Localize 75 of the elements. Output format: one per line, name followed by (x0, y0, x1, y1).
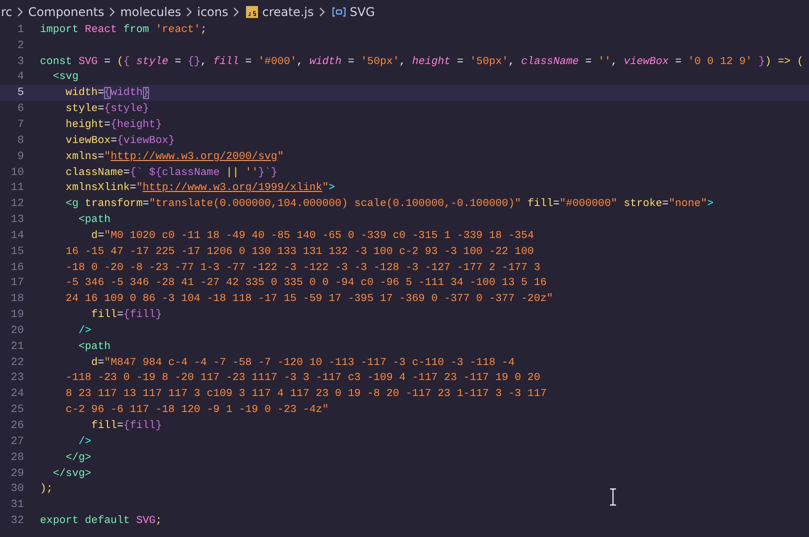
code-line: style={style} (64, 103, 150, 116)
code-line: className={` ${className || ''}`} (64, 166, 278, 179)
breadcrumb-item[interactable]: icons (197, 5, 228, 19)
line-number: 22 (10, 356, 24, 369)
text-cursor-icon (609, 488, 617, 506)
code-line: fill={fill} (90, 309, 162, 322)
code-line: const SVG = ({ style = {}, fill = '#000', width = '50px', height = '50px', className = '', viewBox = '0 0 12 9' }) => ( (40, 56, 804, 68)
code-line: <path (77, 214, 111, 226)
line-number: 26 (10, 420, 24, 432)
js-file-icon (246, 6, 258, 18)
code-line: -18 0 -20 -8 -23 -77 1-3 -77 -122 -3 -122 -3 -3 -128 -3 -127 -177 2 -177 3 (64, 262, 540, 274)
code-line: <g transform="translate(0.000000,104.000000) scale(0.100000,-0.100000)" fill="#000000" stroke="none"> (64, 198, 714, 210)
code-line: d="M847 984 c-4 -4 -7 -58 -7 -120 10 -113 -117 -3 c-110 -3 -118 -4 (90, 356, 515, 369)
code-line: 16 -15 47 -17 225 -17 1206 0 130 133 131 132 -3 100 c-2 93 -3 100 -22 100 (64, 246, 534, 258)
code-line: height={height} (64, 118, 162, 131)
code-line: viewBox={viewBox} (64, 134, 175, 147)
chevron-icon (109, 7, 116, 17)
line-number: 12 (10, 198, 24, 210)
chevron-icon (233, 7, 240, 17)
code-line: /> (77, 436, 92, 448)
line-number: 11 (10, 182, 24, 194)
line-number: 27 (10, 436, 24, 448)
code-line: 24 16 109 0 86 -3 104 -18 118 -17 15 -59 17 -395 17 -369 0 -377 0 -377 -20z" (64, 293, 554, 306)
code-line: </g> (64, 452, 92, 464)
line-number: 32 (10, 515, 24, 528)
code-line: /> (77, 324, 92, 337)
line-number: 17 (10, 277, 24, 290)
line-number: 20 (10, 324, 24, 337)
line-number: 30 (10, 483, 24, 496)
line-number: 14 (10, 230, 24, 242)
breadcrumb-item[interactable]: rc (1, 5, 12, 19)
line-number: 16 (10, 262, 24, 274)
code-line: <svg (52, 71, 78, 84)
code-line: export default SVG; (40, 515, 162, 528)
breadcrumb-item[interactable]: molecules (120, 5, 182, 19)
line-number: 1 (16, 24, 24, 36)
code-line: d="M0 1020 c0 -11 18 -49 40 -85 140 -65 0 -339 c0 -315 1 -339 18 -354 (90, 230, 534, 242)
code-line: <path (77, 340, 111, 353)
breadcrumb-item[interactable]: SVG (350, 5, 375, 19)
breadcrumb-item[interactable]: Components (28, 5, 104, 19)
line-number: 31 (10, 499, 24, 512)
line-number: 19 (10, 309, 24, 322)
chevron-icon (318, 7, 325, 17)
chevron-icon (186, 7, 192, 17)
line-number: 9 (16, 150, 24, 163)
code-line: xmlns="http://www.w3.org/2000/svg" (64, 150, 284, 163)
line-number: 25 (10, 404, 24, 416)
code-line: import React from 'react'; (40, 24, 207, 36)
line-number: 28 (10, 452, 24, 464)
code-line: xmlnsXlink="http://www.w3.org/1999/xlink"> (64, 182, 336, 194)
breadcrumb-item[interactable]: create.js (262, 5, 314, 19)
code-line: </svg> (52, 468, 92, 480)
variable-icon (332, 7, 346, 17)
line-number: 24 (10, 388, 24, 400)
line-number: 23 (10, 372, 24, 384)
code-line: fill={fill} (90, 420, 162, 432)
line-number: 7 (16, 118, 24, 131)
line-number: 5 (16, 87, 24, 100)
chevron-icon (17, 7, 24, 17)
line-number: 4 (16, 71, 24, 84)
line-number: 18 (10, 293, 24, 306)
code-line: -118 -23 0 -19 8 -20 117 -23 1117 -3 3 -117 c3 -109 4 -117 23 -117 19 0 20 (64, 372, 540, 384)
line-number: 15 (10, 246, 24, 258)
line-number: 13 (10, 214, 24, 226)
line-number: 2 (16, 40, 24, 52)
code-line: c-2 96 -6 117 -18 120 -9 1 -19 0 -23 -4z" (64, 404, 329, 416)
line-number: 3 (16, 56, 24, 68)
line-number: 10 (10, 166, 24, 179)
code-line: -5 346 -5 346 -28 41 -27 42 335 0 335 0 0 -94 c0 -96 5 -111 34 -100 13 5 16 (64, 277, 547, 290)
line-number: 21 (10, 340, 24, 353)
line-number: 8 (16, 134, 24, 147)
code-line: 8 23 117 13 117 117 3 c109 3 117 4 117 23 0 19 -8 20 -117 23 1-117 3 -3 117 (64, 388, 547, 400)
code-line: ); (40, 483, 53, 496)
line-number: 29 (10, 468, 24, 480)
line-number: 6 (16, 103, 24, 116)
